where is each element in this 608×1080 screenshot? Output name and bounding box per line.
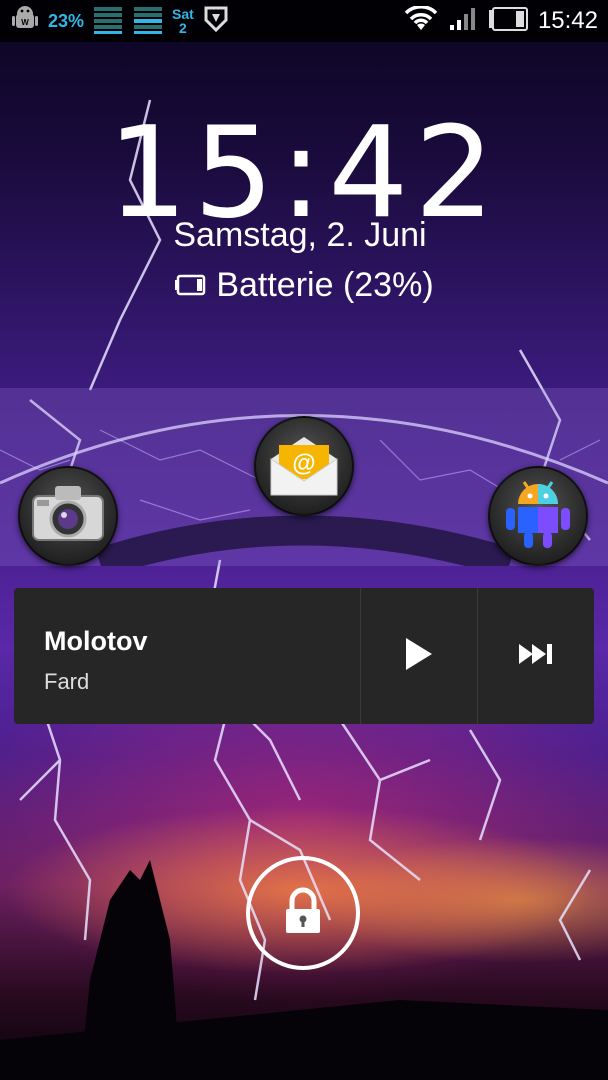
- track-artist: Fard: [44, 669, 90, 694]
- android-debug-icon: W: [10, 4, 40, 39]
- camera-shortcut[interactable]: [18, 466, 118, 566]
- camera-icon: [29, 482, 107, 551]
- play-button[interactable]: [360, 588, 477, 724]
- status-clock: 15:42: [537, 7, 598, 34]
- lock-icon: [281, 887, 325, 940]
- music-widget[interactable]: Molotov Fard: [14, 588, 594, 724]
- calendar-day-number: 2: [179, 20, 187, 36]
- calendar-indicator: Sat 2: [172, 7, 194, 35]
- svg-text:W: W: [21, 18, 29, 27]
- play-icon: [404, 637, 434, 676]
- next-track-button[interactable]: [477, 588, 594, 724]
- battery-small-icon: [174, 266, 206, 305]
- music-info[interactable]: Molotov Fard: [14, 588, 360, 724]
- android-shortcut[interactable]: [488, 466, 588, 566]
- battery-icon: [488, 6, 528, 36]
- svg-text:@: @: [292, 450, 315, 477]
- android-icon: [502, 474, 574, 559]
- signal-icon: [448, 7, 478, 36]
- calendar-day-short: Sat: [172, 6, 194, 22]
- shield-icon: [202, 4, 230, 39]
- track-title: Molotov: [44, 626, 148, 656]
- next-track-icon: [518, 643, 554, 670]
- widget-bars-icon: [92, 3, 124, 40]
- lockscreen-date: Samstag, 2. Juni: [173, 216, 427, 254]
- widget-bars-icon-2: [132, 3, 164, 40]
- status-bar: W 23% Sat 2 15:42: [0, 0, 608, 42]
- lockscreen-battery: Batterie (23%): [0, 266, 608, 305]
- email-icon: @: [265, 429, 343, 504]
- email-shortcut[interactable]: @: [254, 416, 354, 516]
- battery-percent-text: 23%: [48, 10, 85, 31]
- battery-status-text: Batterie (23%): [216, 266, 434, 304]
- unlock-button[interactable]: [246, 856, 360, 970]
- wifi-icon: [404, 4, 438, 37]
- lockscreen-clock: 15:42: [107, 99, 501, 246]
